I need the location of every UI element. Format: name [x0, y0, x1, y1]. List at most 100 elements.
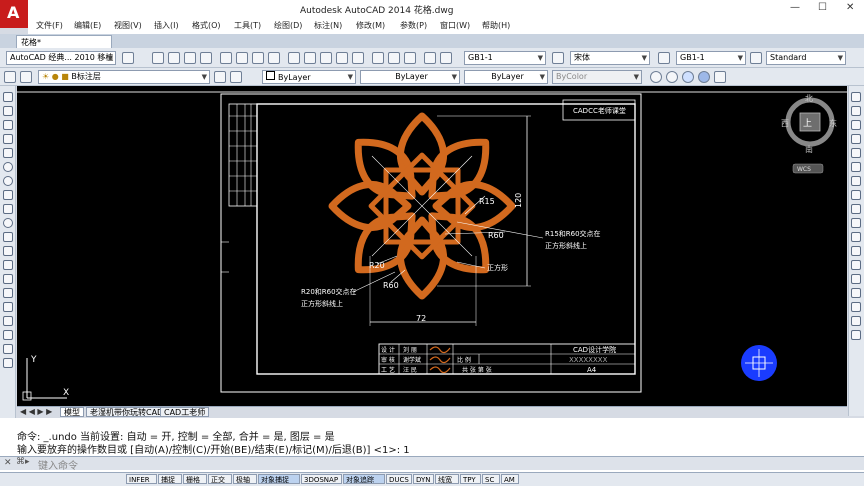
explode-icon[interactable]: [851, 330, 861, 340]
table-style-select[interactable]: Standard ▼: [766, 51, 846, 65]
chamfer-icon[interactable]: [851, 288, 861, 298]
layer-prev-icon[interactable]: [214, 71, 226, 83]
rectangle-icon[interactable]: [3, 148, 13, 158]
status-toggle-9[interactable]: DYN: [413, 474, 434, 484]
tab-layout-2[interactable]: CAD工老师: [160, 407, 210, 417]
break-icon[interactable]: [851, 260, 861, 270]
erase-icon[interactable]: [851, 92, 861, 102]
drawing-canvas[interactable]: CADCC老师课堂 120 72 R15 R60 R20 R60 R15和R60…: [17, 86, 847, 406]
move-icon[interactable]: [851, 162, 861, 172]
arc-icon[interactable]: [3, 162, 13, 172]
color-select[interactable]: ByLayer ▼: [262, 70, 356, 84]
close-icon[interactable]: ✕: [4, 458, 12, 468]
unisolate-icon[interactable]: [666, 71, 678, 83]
fillet-icon[interactable]: [851, 302, 861, 312]
circle-icon[interactable]: [3, 176, 13, 186]
menu-insert[interactable]: 插入(I): [154, 20, 179, 31]
dim-style-select[interactable]: GB1-1 ▼: [676, 51, 746, 65]
copy-icon[interactable]: [851, 106, 861, 116]
menu-edit[interactable]: 编辑(E): [74, 20, 101, 31]
stretch-icon[interactable]: [851, 204, 861, 214]
break-point-icon[interactable]: [851, 246, 861, 256]
menu-dimension[interactable]: 标注(N): [314, 20, 342, 31]
status-toggle-1[interactable]: 捕捉: [158, 474, 182, 484]
minimize-icon[interactable]: —: [790, 2, 800, 13]
polygon-icon[interactable]: [3, 134, 13, 144]
status-toggle-4[interactable]: 极轴: [233, 474, 257, 484]
text-style-select[interactable]: GB1-1 ▼: [464, 51, 546, 65]
menu-file[interactable]: 文件(F): [36, 20, 63, 31]
circle-icon[interactable]: [236, 52, 248, 64]
close-icon[interactable]: ✕: [846, 2, 854, 13]
trim-icon[interactable]: [851, 218, 861, 228]
layer-manager-icon[interactable]: [4, 71, 16, 83]
insert-block-icon[interactable]: [3, 246, 13, 256]
scale-icon[interactable]: [851, 190, 861, 200]
table-style-icon[interactable]: [750, 52, 762, 64]
dim-aligned-icon[interactable]: [304, 52, 316, 64]
status-toggle-3[interactable]: 正交: [208, 474, 232, 484]
add-selected-icon[interactable]: [3, 358, 13, 368]
point-icon[interactable]: [3, 274, 13, 284]
construction-line-icon[interactable]: [3, 106, 13, 116]
linetype-select[interactable]: ByLayer ▼: [360, 70, 460, 84]
gear-icon[interactable]: [122, 52, 134, 64]
status-toggle-12[interactable]: SC: [482, 474, 500, 484]
region-icon[interactable]: [3, 316, 13, 326]
ellipse-icon[interactable]: [3, 218, 13, 228]
font-select[interactable]: 宋体 ▼: [570, 51, 650, 65]
menu-help[interactable]: 帮助(H): [482, 20, 510, 31]
status-toggle-11[interactable]: TPY: [460, 474, 481, 484]
leader-icon[interactable]: [372, 52, 384, 64]
material-icon[interactable]: [698, 71, 710, 83]
status-toggle-8[interactable]: DUCS: [386, 474, 412, 484]
menu-modify[interactable]: 修改(M): [356, 20, 385, 31]
arc-icon[interactable]: [220, 52, 232, 64]
render-icon[interactable]: [714, 71, 726, 83]
status-toggle-5[interactable]: 对象捕捉: [258, 474, 300, 484]
command-input-bar[interactable]: [0, 456, 864, 470]
spline-icon[interactable]: [252, 52, 264, 64]
polygon-icon[interactable]: [184, 52, 196, 64]
menu-draw[interactable]: 绘图(D): [274, 20, 302, 31]
make-block-icon[interactable]: [3, 260, 13, 270]
polyline-icon[interactable]: [3, 120, 13, 130]
plot-style-select[interactable]: ByColor ▼: [552, 70, 642, 84]
polyline-icon[interactable]: [168, 52, 180, 64]
workspace-select[interactable]: AutoCAD 经典... 2010 移植 ▼: [6, 51, 116, 65]
tab-nav-arrows[interactable]: ◀ ◀ ▶ ▶: [20, 407, 52, 416]
lineweight-select[interactable]: ByLayer ▼: [464, 70, 548, 84]
layer-match-icon[interactable]: [230, 71, 242, 83]
dim-angle-icon[interactable]: [352, 52, 364, 64]
hatch-icon[interactable]: [3, 288, 13, 298]
menu-format[interactable]: 格式(O): [192, 20, 221, 31]
menu-tools[interactable]: 工具(T): [234, 20, 261, 31]
ellipse-arc-icon[interactable]: [3, 232, 13, 242]
tolerance-icon[interactable]: [388, 52, 400, 64]
layer-select[interactable]: ☀ ● ■ B标注层 ▼: [38, 70, 210, 84]
status-toggle-7[interactable]: 对象追踪: [343, 474, 385, 484]
menu-parameter[interactable]: 参数(P): [400, 20, 427, 31]
mtext-icon[interactable]: [3, 344, 13, 354]
tab-model[interactable]: 模型: [60, 407, 84, 417]
gradient-icon[interactable]: [3, 302, 13, 312]
transparency-icon[interactable]: [682, 71, 694, 83]
status-toggle-0[interactable]: INFER: [126, 474, 157, 484]
revcloud-icon[interactable]: [3, 190, 13, 200]
doc-tab[interactable]: 花格*: [16, 35, 112, 48]
join-icon[interactable]: [851, 274, 861, 284]
dim-edit-icon[interactable]: [424, 52, 436, 64]
extend-icon[interactable]: [851, 232, 861, 242]
ellipse-icon[interactable]: [268, 52, 280, 64]
maximize-icon[interactable]: ☐: [818, 2, 827, 13]
offset-icon[interactable]: [851, 134, 861, 144]
dim-update-icon[interactable]: [440, 52, 452, 64]
status-toggle-6[interactable]: 3DOSNAP: [301, 474, 342, 484]
blend-icon[interactable]: [851, 316, 861, 326]
spline-icon[interactable]: [3, 204, 13, 214]
menu-window[interactable]: 窗口(W): [440, 20, 470, 31]
table-icon[interactable]: [3, 330, 13, 340]
rotate-icon[interactable]: [851, 176, 861, 186]
status-toggle-10[interactable]: 线宽: [435, 474, 459, 484]
text-style-icon[interactable]: [552, 52, 564, 64]
